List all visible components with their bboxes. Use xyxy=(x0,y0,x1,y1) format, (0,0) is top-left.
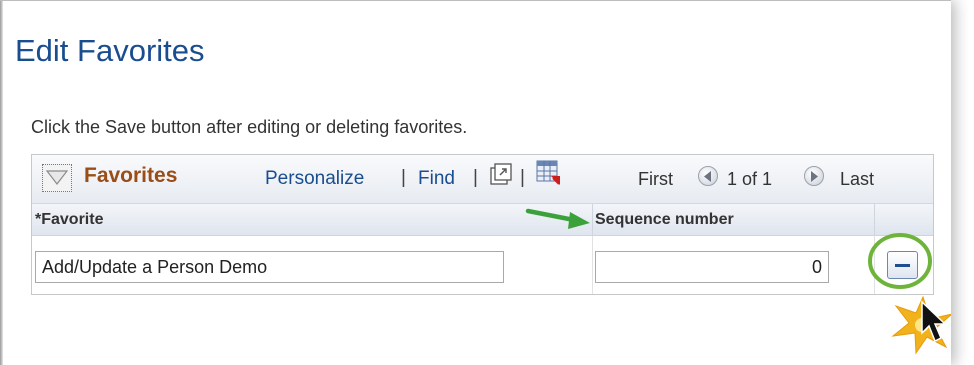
grid-title: Favorites xyxy=(84,164,178,187)
personalize-link[interactable]: Personalize xyxy=(265,168,364,190)
page-title: Edit Favorites xyxy=(15,33,205,68)
page-count: 1 of 1 xyxy=(727,169,773,189)
previous-arrow-icon[interactable] xyxy=(698,166,718,186)
mouse-cursor-icon xyxy=(921,300,947,343)
collapse-triangle-icon[interactable] xyxy=(42,164,72,192)
page-frame: Edit Favorites Click the Save button aft… xyxy=(0,0,951,365)
column-divider xyxy=(874,204,875,235)
separator: | xyxy=(473,167,478,188)
starburst-icon xyxy=(891,295,951,355)
table-row xyxy=(32,236,933,294)
download-to-excel-icon[interactable] xyxy=(536,160,562,191)
column-divider xyxy=(592,204,593,235)
delete-row-icon[interactable] xyxy=(887,251,918,279)
column-headers: *Favorite Sequence number xyxy=(32,204,933,236)
favorites-grid: Favorites Personalize | Find | | First 1… xyxy=(31,154,934,295)
row-divider xyxy=(874,236,875,294)
new-window-icon[interactable] xyxy=(490,163,512,190)
column-header-favorite[interactable]: *Favorite xyxy=(35,211,103,229)
last-label: Last xyxy=(840,169,875,189)
column-header-sequence-number[interactable]: Sequence number xyxy=(595,211,734,229)
find-link[interactable]: Find xyxy=(418,168,455,190)
row-divider xyxy=(592,236,593,294)
instruction-text: Click the Save button after editing or d… xyxy=(31,117,468,137)
separator: | xyxy=(520,167,525,188)
minus-icon xyxy=(895,264,910,267)
first-label: First xyxy=(638,169,673,189)
sequence-number-input[interactable] xyxy=(595,251,829,283)
favorite-name-input[interactable] xyxy=(35,251,504,283)
next-arrow-icon[interactable] xyxy=(804,166,824,186)
grid-header: Favorites Personalize | Find | | First 1… xyxy=(32,155,933,204)
separator: | xyxy=(401,167,406,188)
